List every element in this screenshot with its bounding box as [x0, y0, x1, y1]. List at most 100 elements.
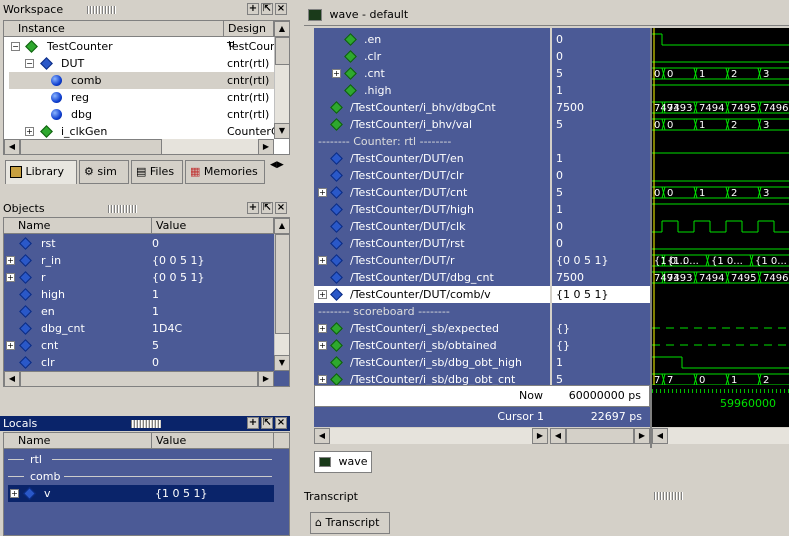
scroll-thumb[interactable]: [275, 37, 289, 65]
object-row[interactable]: + cnt 5: [4, 337, 270, 354]
scroll-down-icon[interactable]: ▼: [274, 123, 289, 139]
wave-divider[interactable]: -------- Counter: rtl --------: [314, 133, 550, 150]
wave-signal-row[interactable]: .en: [314, 31, 550, 48]
tab-memories[interactable]: ▦ Memories: [185, 160, 265, 184]
wave-signal-row[interactable]: /TestCounter/i_bhv/dbgCnt: [314, 99, 550, 116]
object-row[interactable]: rst 0: [4, 235, 270, 252]
cursor-label[interactable]: Cursor 1: [497, 410, 544, 423]
wave-signal-row[interactable]: /TestCounter/i_sb/dbg_obt_high: [314, 354, 550, 371]
scroll-left-icon[interactable]: ◀: [4, 139, 20, 154]
close-icon[interactable]: ×: [275, 202, 287, 214]
wave-signal-row[interactable]: + /TestCounter/i_sb/expected: [314, 320, 550, 337]
expand-icon[interactable]: +: [318, 290, 327, 299]
tree-row[interactable]: reg cntr(rtl): [9, 89, 274, 106]
col-value[interactable]: Value: [152, 433, 274, 448]
objects-hscroll[interactable]: ◀ ▶: [4, 371, 274, 386]
object-row[interactable]: en 1: [4, 303, 270, 320]
scroll-right-icon[interactable]: ▶: [258, 139, 274, 154]
object-row[interactable]: + r_in {0 0 5 1}: [4, 252, 270, 269]
tree-row-selected[interactable]: comb cntr(rtl): [9, 72, 274, 89]
scroll-up-icon[interactable]: ▲: [274, 21, 289, 37]
tree-row[interactable]: − DUT cntr(rtl): [9, 55, 274, 72]
wave-signal-row[interactable]: .high: [314, 82, 550, 99]
scroll-right-icon[interactable]: ▶: [532, 428, 548, 444]
col-value[interactable]: Value: [152, 218, 274, 233]
wave-signal-row[interactable]: + /TestCounter/DUT/r: [314, 252, 550, 269]
object-row[interactable]: clr 0: [4, 354, 270, 371]
waveform-canvas[interactable]: 0 1 2 307493 7494 7495 749674930 1 2 300 1 2 30{1 0.…: [652, 28, 789, 385]
expand-icon[interactable]: +: [332, 69, 341, 78]
expand-icon[interactable]: +: [6, 273, 15, 282]
wave-signal-row[interactable]: /TestCounter/DUT/high: [314, 201, 550, 218]
tab-files[interactable]: ▤ Files: [131, 160, 183, 184]
expand-icon[interactable]: +: [10, 489, 19, 498]
scroll-thumb[interactable]: [566, 428, 634, 444]
scroll-up-icon[interactable]: ▲: [274, 218, 289, 234]
objects-vscroll[interactable]: ▲ ▼: [274, 218, 289, 371]
wave-signal-row[interactable]: /TestCounter/DUT/clr: [314, 167, 550, 184]
scroll-thumb[interactable]: [20, 139, 162, 154]
values-hscroll[interactable]: ◀ ▶: [550, 428, 650, 444]
object-row[interactable]: + r {0 0 5 1}: [4, 269, 270, 286]
add-icon[interactable]: +: [247, 3, 259, 15]
undock-icon[interactable]: ⇱: [261, 202, 273, 214]
drag-grip[interactable]: [130, 420, 161, 428]
expand-icon[interactable]: +: [318, 375, 327, 384]
scroll-left-icon[interactable]: ◀: [314, 428, 330, 444]
wave-signal-row[interactable]: + .cnt: [314, 65, 550, 82]
undock-icon[interactable]: ⇱: [261, 3, 273, 15]
drag-grip[interactable]: [86, 6, 117, 14]
scroll-left-icon[interactable]: ◀: [4, 371, 20, 386]
scroll-down-icon[interactable]: ▼: [274, 355, 289, 371]
drag-grip[interactable]: [108, 205, 139, 213]
col-name[interactable]: Name: [14, 433, 152, 448]
wave-signal-row[interactable]: /TestCounter/DUT/dbg_cnt: [314, 269, 550, 286]
collapse-icon[interactable]: −: [25, 59, 34, 68]
wave-signal-row[interactable]: .clr: [314, 48, 550, 65]
expand-icon[interactable]: +: [318, 256, 327, 265]
expand-icon[interactable]: +: [318, 324, 327, 333]
wave-hscroll[interactable]: ◀: [652, 428, 789, 444]
close-icon[interactable]: ×: [275, 3, 287, 15]
wave-signal-row[interactable]: + /TestCounter/i_sb/obtained: [314, 337, 550, 354]
tab-scroll-buttons[interactable]: ◀▶: [270, 160, 290, 174]
timeline[interactable]: 59960000: [652, 385, 789, 427]
workspace-vscroll[interactable]: ▲ ▼: [274, 21, 289, 139]
wave-signal-row[interactable]: + /TestCounter/DUT/cnt: [314, 184, 550, 201]
locals-row-selected[interactable]: + v {1 0 5 1}: [8, 485, 274, 502]
col-name[interactable]: Name: [14, 218, 152, 233]
col-design-unit[interactable]: Design u: [224, 21, 274, 50]
drag-grip[interactable]: [654, 492, 684, 500]
object-row[interactable]: dbg_cnt 1D4C: [4, 320, 270, 337]
wave-divider[interactable]: -------- scoreboard --------: [314, 303, 550, 320]
wave-signal-row[interactable]: /TestCounter/i_bhv/val: [314, 116, 550, 133]
tab-wave[interactable]: wave: [314, 451, 372, 473]
wave-signal-row[interactable]: /TestCounter/DUT/en: [314, 150, 550, 167]
close-icon[interactable]: ×: [275, 417, 287, 429]
tree-row[interactable]: dbg cntr(rtl): [9, 106, 274, 123]
col-instance[interactable]: Instance: [14, 21, 224, 36]
names-hscroll[interactable]: ◀ ▶: [314, 428, 548, 444]
scroll-left-icon[interactable]: ◀: [652, 428, 668, 444]
tab-transcript[interactable]: ⌂ Transcript: [310, 512, 390, 534]
collapse-icon[interactable]: −: [11, 42, 20, 51]
expand-icon[interactable]: +: [6, 256, 15, 265]
scroll-thumb[interactable]: [275, 234, 289, 334]
scroll-thumb[interactable]: [20, 371, 258, 386]
wave-signal-row[interactable]: + /TestCounter/i_sb/dbg_obt_cnt: [314, 371, 550, 385]
scroll-left-icon[interactable]: ◀: [550, 428, 566, 444]
workspace-hscroll[interactable]: ◀ ▶: [4, 139, 274, 154]
object-row[interactable]: high 1: [4, 286, 270, 303]
add-icon[interactable]: +: [247, 417, 259, 429]
expand-icon[interactable]: +: [318, 341, 327, 350]
scroll-right-icon[interactable]: ▶: [258, 371, 274, 386]
expand-icon[interactable]: +: [318, 188, 327, 197]
expand-icon[interactable]: +: [25, 127, 34, 136]
wave-signal-row-selected[interactable]: + /TestCounter/DUT/comb/v: [314, 286, 550, 303]
tree-row[interactable]: + i_clkGen CounterC: [9, 123, 279, 140]
expand-icon[interactable]: +: [6, 341, 15, 350]
scroll-right-icon[interactable]: ▶: [634, 428, 650, 444]
undock-icon[interactable]: ⇱: [261, 417, 273, 429]
tree-row[interactable]: − TestCounter TestCour: [9, 38, 275, 55]
tab-library[interactable]: Library: [5, 160, 77, 184]
